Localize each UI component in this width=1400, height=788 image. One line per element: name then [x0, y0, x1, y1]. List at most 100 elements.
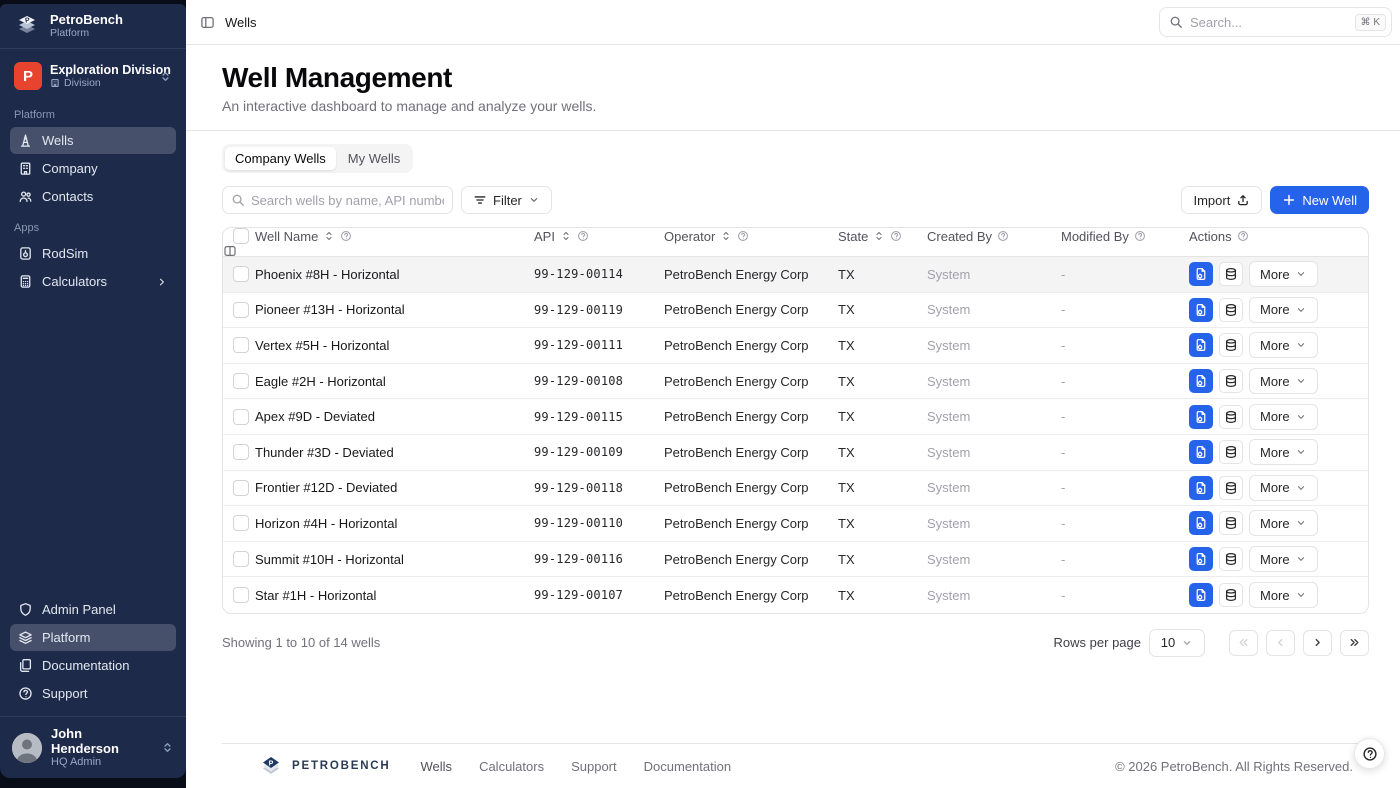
database-button[interactable]	[1219, 262, 1243, 286]
column-header-state[interactable]: State	[838, 229, 927, 244]
global-search-input[interactable]	[1190, 15, 1348, 30]
help-button[interactable]	[1354, 738, 1385, 769]
column-header-created-by[interactable]: Created By	[927, 229, 1061, 244]
next-page-button[interactable]	[1303, 630, 1332, 656]
database-button[interactable]	[1219, 298, 1243, 322]
sidebar-item-contacts[interactable]: Contacts	[10, 183, 176, 210]
row-checkbox[interactable]	[233, 337, 249, 353]
sidebar-item-calculators[interactable]: Calculators	[10, 268, 176, 295]
sort-icon[interactable]	[323, 230, 335, 242]
simulate-button[interactable]	[1189, 440, 1213, 464]
simulate-button[interactable]	[1189, 476, 1213, 500]
well-search[interactable]	[222, 186, 453, 214]
database-button[interactable]	[1219, 511, 1243, 535]
user-name: John Henderson	[51, 726, 152, 756]
rows-per-page-select[interactable]: 10	[1149, 629, 1205, 657]
simulate-button[interactable]	[1189, 369, 1213, 393]
help-circle-icon[interactable]	[1134, 230, 1146, 242]
row-checkbox[interactable]	[233, 515, 249, 531]
tab-company-wells[interactable]: Company Wells	[225, 147, 336, 170]
more-button[interactable]: More	[1249, 368, 1318, 394]
more-button[interactable]: More	[1249, 261, 1318, 287]
row-checkbox[interactable]	[233, 266, 249, 282]
first-page-button[interactable]	[1229, 630, 1258, 656]
database-button[interactable]	[1219, 333, 1243, 357]
chevron-down-icon	[1295, 268, 1307, 280]
more-button[interactable]: More	[1249, 546, 1318, 572]
simulate-button[interactable]	[1189, 583, 1213, 607]
column-header-api[interactable]: API	[534, 229, 664, 244]
import-button[interactable]: Import	[1181, 186, 1262, 214]
help-circle-icon[interactable]	[340, 230, 352, 242]
column-label: API	[534, 229, 555, 244]
simulate-button[interactable]	[1189, 405, 1213, 429]
simulate-button[interactable]	[1189, 298, 1213, 322]
global-search[interactable]: ⌘ K	[1159, 7, 1392, 37]
help-circle-icon[interactable]	[890, 230, 902, 242]
footer-link-support[interactable]: Support	[571, 759, 617, 774]
sort-icon[interactable]	[720, 230, 732, 242]
row-checkbox[interactable]	[233, 551, 249, 567]
sidebar-item-platform[interactable]: Platform	[10, 624, 176, 651]
row-checkbox[interactable]	[233, 480, 249, 496]
sidebar-item-admin-panel[interactable]: Admin Panel	[10, 596, 176, 623]
database-button[interactable]	[1219, 405, 1243, 429]
select-all-checkbox[interactable]	[233, 228, 249, 244]
row-checkbox[interactable]	[233, 409, 249, 425]
footer-link-documentation[interactable]: Documentation	[644, 759, 731, 774]
created-by-cell: System	[927, 588, 1061, 603]
help-circle-icon[interactable]	[737, 230, 749, 242]
column-header-well-name[interactable]: Well Name	[255, 229, 534, 244]
well-search-input[interactable]	[251, 193, 444, 208]
sort-icon[interactable]	[560, 230, 572, 242]
more-button[interactable]: More	[1249, 404, 1318, 430]
more-button[interactable]: More	[1249, 332, 1318, 358]
user-menu[interactable]: John Henderson HQ Admin	[0, 716, 186, 778]
footer-link-wells[interactable]: Wells	[421, 759, 453, 774]
simulate-button[interactable]	[1189, 333, 1213, 357]
footer-link-calculators[interactable]: Calculators	[479, 759, 544, 774]
database-button[interactable]	[1219, 583, 1243, 607]
help-circle-icon[interactable]	[577, 230, 589, 242]
sidebar-item-support[interactable]: Support	[10, 680, 176, 707]
column-header-operator[interactable]: Operator	[664, 229, 838, 244]
database-button[interactable]	[1219, 476, 1243, 500]
row-checkbox[interactable]	[233, 587, 249, 603]
last-page-button[interactable]	[1340, 630, 1369, 656]
sort-icon[interactable]	[873, 230, 885, 242]
sidebar-item-rodsim[interactable]: RodSim	[10, 240, 176, 267]
simulate-button[interactable]	[1189, 262, 1213, 286]
sidebar-item-wells[interactable]: Wells	[10, 127, 176, 154]
column-label: Actions	[1189, 229, 1232, 244]
sidebar-item-company[interactable]: Company	[10, 155, 176, 182]
help-circle-icon[interactable]	[1237, 230, 1249, 242]
row-checkbox[interactable]	[233, 373, 249, 389]
previous-page-button[interactable]	[1266, 630, 1295, 656]
more-button[interactable]: More	[1249, 510, 1318, 536]
database-button[interactable]	[1219, 369, 1243, 393]
more-button[interactable]: More	[1249, 297, 1318, 323]
new-well-button[interactable]: New Well	[1270, 186, 1369, 214]
more-button[interactable]: More	[1249, 582, 1318, 608]
simulate-button[interactable]	[1189, 547, 1213, 571]
column-header-modified-by[interactable]: Modified By	[1061, 229, 1189, 244]
row-checkbox[interactable]	[233, 302, 249, 318]
simulate-button[interactable]	[1189, 511, 1213, 535]
column-settings-button[interactable]	[223, 244, 255, 258]
brand-sub: Platform	[50, 27, 123, 39]
row-checkbox[interactable]	[233, 444, 249, 460]
more-button[interactable]: More	[1249, 475, 1318, 501]
database-button[interactable]	[1219, 547, 1243, 571]
more-button[interactable]: More	[1249, 439, 1318, 465]
help-circle-icon[interactable]	[997, 230, 1009, 242]
operator-cell: PetroBench Energy Corp	[664, 480, 838, 495]
org-switcher[interactable]: P Exploration Division Division	[8, 57, 178, 95]
database-button[interactable]	[1219, 440, 1243, 464]
sidebar-item-documentation[interactable]: Documentation	[10, 652, 176, 679]
sidebar-toggle-icon[interactable]	[200, 15, 215, 30]
column-header-actions[interactable]: Actions	[1189, 229, 1342, 244]
operator-cell: PetroBench Energy Corp	[664, 338, 838, 353]
api-cell: 99-129-00110	[534, 516, 664, 530]
filter-button[interactable]: Filter	[461, 186, 552, 214]
tab-my-wells[interactable]: My Wells	[338, 147, 410, 170]
